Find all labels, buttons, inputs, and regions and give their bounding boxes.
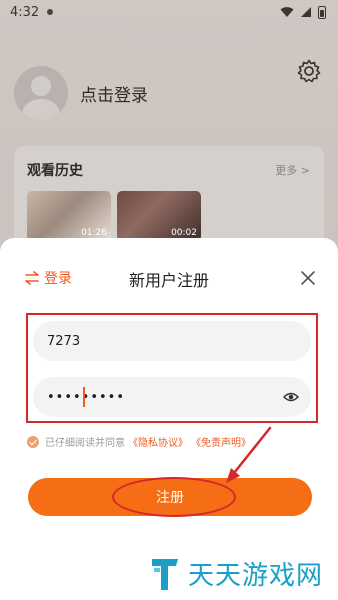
thumbnail-duration: 00:02 bbox=[171, 228, 197, 238]
status-bar: 4:32 bbox=[0, 0, 338, 24]
username-input[interactable] bbox=[47, 321, 267, 361]
agreement-text: 已仔细阅读并同意 bbox=[45, 438, 125, 449]
eye-icon[interactable] bbox=[283, 390, 299, 404]
register-sheet: 登录 新用户注册 已仔细阅读并同意 《隐私协议》 《免责声明》 注册 bbox=[0, 238, 338, 600]
status-time: 4:32 bbox=[10, 4, 40, 20]
password-field[interactable] bbox=[33, 377, 311, 417]
gear-icon[interactable] bbox=[296, 58, 322, 84]
watermark-text: 天天游戏网 bbox=[188, 561, 324, 591]
wifi-icon bbox=[280, 7, 294, 17]
history-thumbnail[interactable]: 01:26 bbox=[27, 191, 111, 241]
battery-icon bbox=[318, 5, 326, 19]
login-prompt[interactable]: 点击登录 bbox=[80, 81, 148, 106]
notification-dot-icon bbox=[47, 9, 54, 15]
watermark: 天天游戏网 bbox=[150, 555, 323, 592]
text-caret bbox=[83, 387, 85, 407]
sheet-title: 新用户注册 bbox=[128, 271, 209, 290]
watermark-logo-icon bbox=[152, 558, 178, 590]
history-more-link[interactable]: 更多 > bbox=[275, 162, 310, 178]
password-input[interactable] bbox=[47, 377, 267, 417]
register-button[interactable]: 注册 bbox=[28, 478, 312, 516]
disclaimer-link[interactable]: 《免责声明》 bbox=[191, 434, 251, 449]
close-icon[interactable] bbox=[300, 270, 316, 286]
agreement-row: 已仔细阅读并同意 《隐私协议》 《免责声明》 bbox=[27, 434, 251, 449]
profile-header[interactable]: 点击登录 bbox=[14, 66, 148, 120]
privacy-policy-link[interactable]: 《隐私协议》 bbox=[128, 434, 188, 449]
history-title: 观看历史 bbox=[27, 163, 83, 179]
checkbox-checked-icon[interactable] bbox=[27, 435, 39, 448]
username-field[interactable] bbox=[33, 321, 311, 361]
thumbnail-duration: 01:26 bbox=[81, 228, 107, 238]
signal-icon bbox=[301, 7, 311, 17]
history-thumbnail[interactable]: 00:02 bbox=[117, 191, 201, 241]
avatar[interactable] bbox=[14, 66, 68, 120]
